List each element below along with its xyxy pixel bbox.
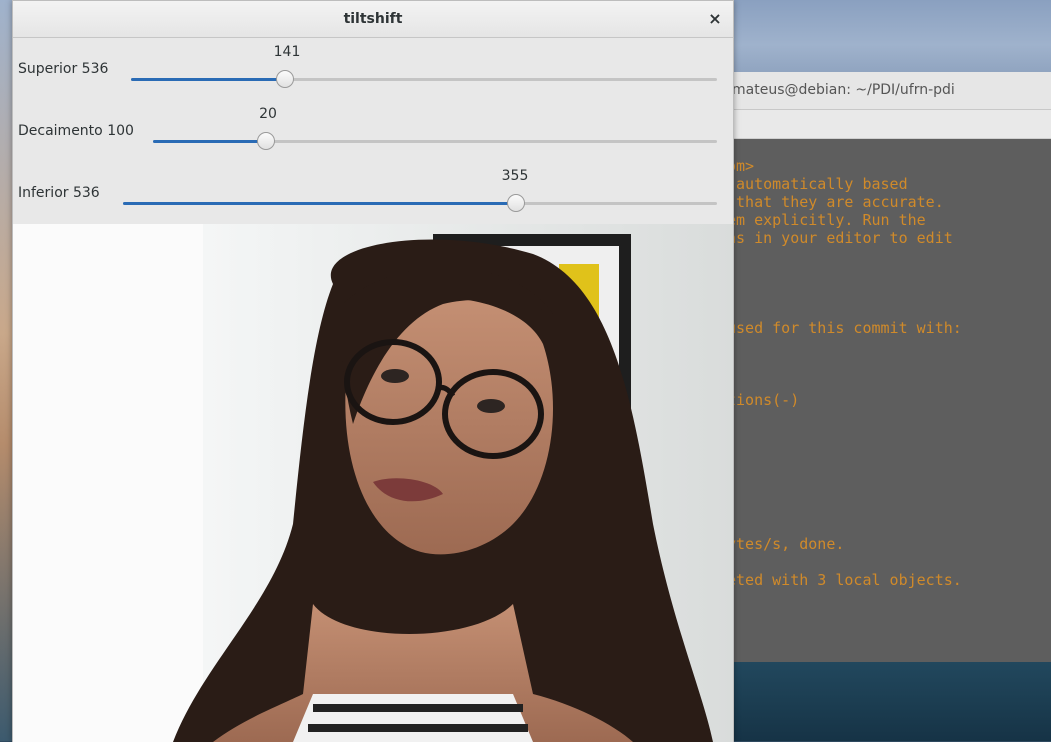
slider-track[interactable] bbox=[123, 194, 717, 212]
terminal-line: ytes/s, done. bbox=[727, 535, 845, 553]
portrait-photo bbox=[13, 224, 733, 742]
terminal-line: tions(-) bbox=[727, 391, 800, 409]
terminal-title: mateus@debian: ~/PDI/ufrn-pdi bbox=[732, 82, 955, 98]
slider-label: Superior 536 bbox=[18, 61, 109, 77]
window-titlebar[interactable]: tiltshift × bbox=[13, 1, 733, 38]
slider-superior: Superior 536 141 bbox=[13, 38, 733, 100]
slider-fill bbox=[131, 78, 286, 81]
image-preview bbox=[13, 224, 733, 742]
terminal-line: eted with 3 local objects. bbox=[727, 571, 962, 589]
close-button[interactable]: × bbox=[705, 9, 725, 29]
slider-fill bbox=[123, 202, 517, 205]
slider-decaimento: Decaimento 100 20 bbox=[13, 100, 733, 162]
terminal-line: ns in your editor to edit bbox=[727, 229, 953, 247]
terminal-window[interactable]: mateus@debian: ~/PDI/ufrn-pdi om> automa… bbox=[700, 72, 1051, 662]
slider-value: 20 bbox=[259, 106, 277, 122]
terminal-line: automatically based bbox=[727, 175, 908, 193]
slider-label: Inferior 536 bbox=[18, 185, 100, 201]
slider-value: 141 bbox=[273, 44, 301, 60]
close-icon: × bbox=[708, 9, 722, 28]
trackbar-panel: Superior 536 141 Decaimento 100 20 Infer… bbox=[13, 38, 733, 224]
slider-handle[interactable] bbox=[507, 194, 526, 212]
slider-value: 355 bbox=[501, 168, 529, 184]
terminal-output[interactable]: om> automatically based that they are ac… bbox=[700, 139, 1051, 662]
slider-inferior: Inferior 536 355 bbox=[13, 162, 733, 224]
slider-handle[interactable] bbox=[256, 132, 275, 150]
slider-handle[interactable] bbox=[276, 70, 295, 88]
desktop-wallpaper-left bbox=[0, 0, 12, 741]
slider-track[interactable] bbox=[131, 70, 717, 88]
terminal-line: that they are accurate. bbox=[727, 193, 944, 211]
slider-fill bbox=[153, 140, 266, 143]
tiltshift-window[interactable]: tiltshift × Superior 536 141 Decaimento … bbox=[12, 0, 734, 742]
terminal-line: em explicitly. Run the bbox=[727, 211, 926, 229]
window-title: tiltshift bbox=[343, 11, 403, 27]
terminal-toolbar bbox=[700, 110, 1051, 139]
slider-label: Decaimento 100 bbox=[18, 123, 134, 139]
slider-track[interactable] bbox=[153, 132, 717, 150]
terminal-line: used for this commit with: bbox=[727, 319, 962, 337]
terminal-titlebar[interactable]: mateus@debian: ~/PDI/ufrn-pdi bbox=[700, 72, 1051, 110]
